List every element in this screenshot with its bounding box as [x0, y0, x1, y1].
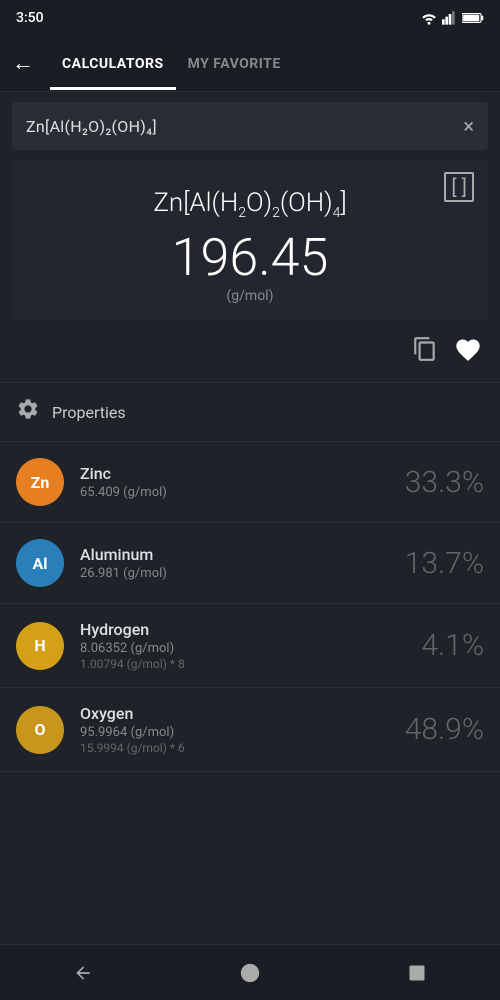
wifi-icon — [420, 11, 438, 25]
nav-home-button[interactable] — [220, 953, 280, 993]
bracket-button[interactable]: [ ] — [444, 172, 474, 202]
element-name: Aluminum — [80, 545, 405, 564]
element-badge: H — [16, 622, 64, 670]
element-name: Oxygen — [80, 704, 405, 723]
element-percent: 4.1% — [421, 628, 484, 663]
element-info: Hydrogen 8.06352 (g/mol)1.00794 (g/mol) *… — [80, 620, 421, 671]
element-badge: Zn — [16, 458, 64, 506]
action-row — [0, 328, 500, 378]
element-row: H Hydrogen 8.06352 (g/mol)1.00794 (g/mol) … — [0, 604, 500, 688]
nav-back-button[interactable] — [53, 953, 113, 993]
element-percent: 33.3% — [405, 465, 484, 500]
search-bar: Zn[Al(H₂O)₂(OH)₄] × — [12, 102, 488, 150]
formula-text: Zn[Al(H2O)2(OH)4] — [28, 188, 472, 221]
status-time: 3:50 — [16, 10, 44, 26]
element-row: O Oxygen 95.9964 (g/mol)15.9994 (g/mol) * … — [0, 688, 500, 772]
element-mass: 65.409 (g/mol) — [80, 485, 405, 500]
bottom-nav — [0, 944, 500, 1000]
element-mass: 26.981 (g/mol) — [80, 566, 405, 581]
back-button[interactable]: ← — [12, 53, 34, 75]
element-detail: 15.9994 (g/mol) * 6 — [80, 741, 405, 755]
tab-myfavorite[interactable]: MY FAVORITE — [176, 38, 293, 90]
element-badge: Al — [16, 539, 64, 587]
properties-label: Properties — [52, 403, 126, 422]
element-info: Zinc 65.409 (g/mol) — [80, 464, 405, 500]
tab-calculators[interactable]: CALCULATORS — [50, 38, 176, 90]
search-text: Zn[Al(H₂O)₂(OH)₄] — [26, 117, 463, 136]
element-info: Oxygen 95.9964 (g/mol)15.9994 (g/mol) * 6 — [80, 704, 405, 755]
element-row: Al Aluminum 26.981 (g/mol)13.7% — [0, 523, 500, 604]
formula-display: [ ] Zn[Al(H2O)2(OH)4] 196.45 (g/mol) — [12, 160, 488, 320]
element-row: Zn Zinc 65.409 (g/mol)33.3% — [0, 442, 500, 523]
status-icons — [420, 11, 484, 25]
element-info: Aluminum 26.981 (g/mol) — [80, 545, 405, 581]
copy-button[interactable] — [412, 336, 438, 370]
signal-icon — [442, 11, 458, 25]
formula-mass: 196.45 — [28, 229, 472, 286]
nav-recent-button[interactable] — [387, 953, 447, 993]
element-percent: 48.9% — [405, 712, 484, 747]
element-name: Hydrogen — [80, 620, 421, 639]
element-badge: O — [16, 706, 64, 754]
heart-icon — [454, 336, 482, 364]
element-mass: 95.9964 (g/mol) — [80, 725, 405, 740]
favorite-button[interactable] — [454, 336, 482, 370]
formula-unit: (g/mol) — [28, 288, 472, 304]
element-name: Zinc — [80, 464, 405, 483]
element-percent: 13.7% — [405, 546, 484, 581]
properties-header: Properties — [0, 382, 500, 442]
tab-bar: ← CALCULATORS MY FAVORITE — [0, 36, 500, 92]
elements-list: Zn Zinc 65.409 (g/mol)33.3% Al Aluminum 26.98… — [0, 442, 500, 772]
element-detail: 1.00794 (g/mol) * 8 — [80, 657, 421, 671]
element-mass: 8.06352 (g/mol) — [80, 641, 421, 656]
clear-button[interactable]: × — [463, 114, 474, 138]
status-bar: 3:50 — [0, 0, 500, 36]
gear-icon — [16, 397, 40, 427]
copy-icon — [412, 336, 438, 362]
battery-icon — [462, 11, 484, 25]
